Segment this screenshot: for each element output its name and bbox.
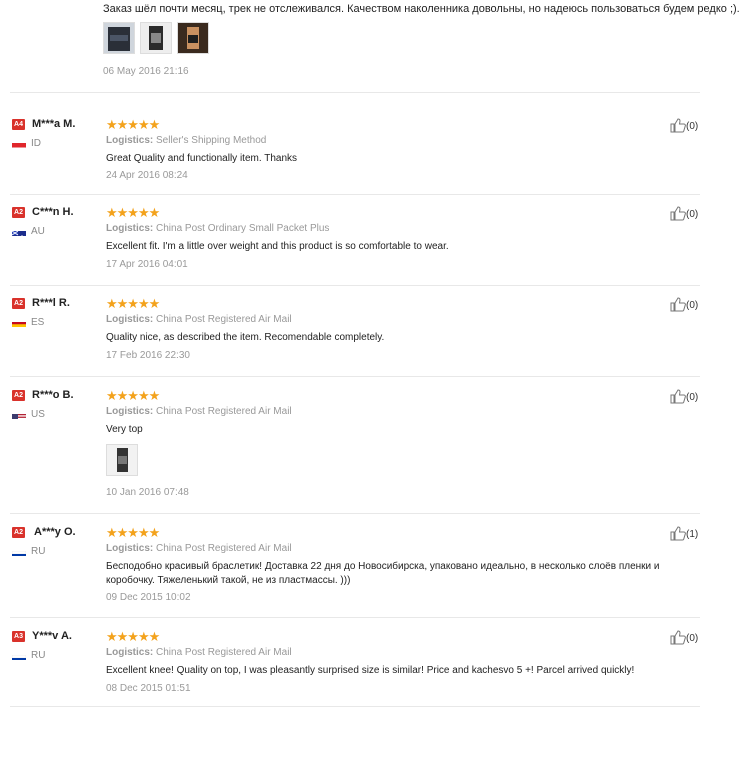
- flag-ru-icon: [12, 547, 26, 556]
- flag-us-icon: [12, 410, 26, 419]
- review-photo-thumbnail[interactable]: [103, 22, 135, 54]
- reviewer-name: R***o B.: [32, 389, 74, 401]
- divider: [10, 376, 700, 377]
- star-rating: ★★★★★: [106, 629, 160, 644]
- helpful-count: (0): [686, 300, 699, 311]
- logistics-info: Logistics: China Post Registered Air Mai…: [106, 543, 292, 554]
- user-level-badge: A2: [12, 390, 25, 401]
- review-date: 24 Apr 2016 08:24: [106, 170, 188, 181]
- review-date: 17 Apr 2016 04:01: [106, 259, 188, 270]
- review-date: 10 Jan 2016 07:48: [106, 487, 189, 498]
- reviewer-country: ES: [31, 317, 45, 328]
- logistics-info: Logistics: China Post Registered Air Mai…: [106, 406, 292, 417]
- divider: [10, 513, 700, 514]
- reviewer-name: R***l R.: [32, 297, 70, 309]
- review-date: 09 Dec 2015 10:02: [106, 592, 191, 603]
- helpful-button[interactable]: (0): [670, 297, 698, 312]
- thumbs-up-icon: [670, 526, 686, 541]
- flag-es-icon: [12, 318, 26, 327]
- review-photo-thumbnail[interactable]: [140, 22, 172, 54]
- flag-id-icon: [12, 139, 26, 148]
- review-text: Excellent fit. I'm a little over weight …: [106, 241, 449, 252]
- reviewer-country: US: [31, 409, 45, 420]
- review-text: Excellent knee! Quality on top, I was pl…: [106, 665, 635, 676]
- helpful-button[interactable]: (0): [670, 118, 698, 133]
- logistics-info: Logistics: Seller's Shipping Method: [106, 135, 267, 146]
- star-rating: ★★★★★: [106, 296, 160, 311]
- reviewer-name: M***a M.: [32, 118, 76, 130]
- review-text: Very top: [106, 424, 143, 435]
- review-photo-thumbnail[interactable]: [177, 22, 209, 54]
- user-level-badge: A3: [12, 631, 25, 642]
- thumbs-up-icon: [670, 630, 686, 645]
- reviewer-country: AU: [31, 226, 45, 237]
- user-level-badge: A4: [12, 119, 25, 130]
- reviewer-name: Y***v A.: [32, 630, 72, 642]
- reviewer-country: ID: [31, 138, 41, 149]
- divider: [10, 617, 700, 618]
- helpful-button[interactable]: (1): [670, 526, 698, 541]
- flag-ru-icon: [12, 651, 26, 660]
- helpful-count: (0): [686, 392, 699, 403]
- logistics-info: Logistics: China Post Ordinary Small Pac…: [106, 223, 330, 234]
- divider: [10, 285, 700, 286]
- review-text: Great Quality and functionally item. Tha…: [106, 153, 298, 164]
- thumbs-up-icon: [670, 297, 686, 312]
- flag-au-icon: [12, 227, 26, 236]
- logistics-info: Logistics: China Post Registered Air Mai…: [106, 647, 292, 658]
- review-text: Заказ шёл почти месяц, трек не отслежива…: [103, 3, 740, 15]
- reviewer-name: C***n H.: [32, 206, 74, 218]
- reviewer-country: RU: [31, 546, 46, 557]
- thumbs-up-icon: [670, 389, 686, 404]
- reviewer-name: A***y O.: [34, 526, 76, 538]
- divider: [10, 92, 700, 93]
- divider: [10, 706, 700, 707]
- helpful-count: (0): [686, 209, 699, 220]
- helpful-count: (1): [686, 529, 699, 540]
- review-photo-thumbnail[interactable]: [106, 444, 138, 476]
- helpful-count: (0): [686, 633, 699, 644]
- thumbs-up-icon: [670, 118, 686, 133]
- logistics-info: Logistics: China Post Registered Air Mai…: [106, 314, 292, 325]
- review-text: Quality nice, as described the item. Rec…: [106, 332, 385, 343]
- thumbs-up-icon: [670, 206, 686, 221]
- divider: [10, 194, 700, 195]
- star-rating: ★★★★★: [106, 117, 160, 132]
- star-rating: ★★★★★: [106, 525, 160, 540]
- review-text: Бесподобно красивый браслетик! Доставка …: [106, 561, 660, 586]
- helpful-button[interactable]: (0): [670, 389, 698, 404]
- helpful-count: (0): [686, 121, 699, 132]
- helpful-button[interactable]: (0): [670, 206, 698, 221]
- star-rating: ★★★★★: [106, 205, 160, 220]
- star-rating: ★★★★★: [106, 388, 160, 403]
- review-date: 08 Dec 2015 01:51: [106, 683, 191, 694]
- review-date: 06 May 2016 21:16: [103, 66, 189, 77]
- user-level-badge: A2: [12, 298, 25, 309]
- user-level-badge: A2: [12, 527, 25, 538]
- review-date: 17 Feb 2016 22:30: [106, 350, 190, 361]
- helpful-button[interactable]: (0): [670, 630, 698, 645]
- reviewer-country: RU: [31, 650, 46, 661]
- user-level-badge: A2: [12, 207, 25, 218]
